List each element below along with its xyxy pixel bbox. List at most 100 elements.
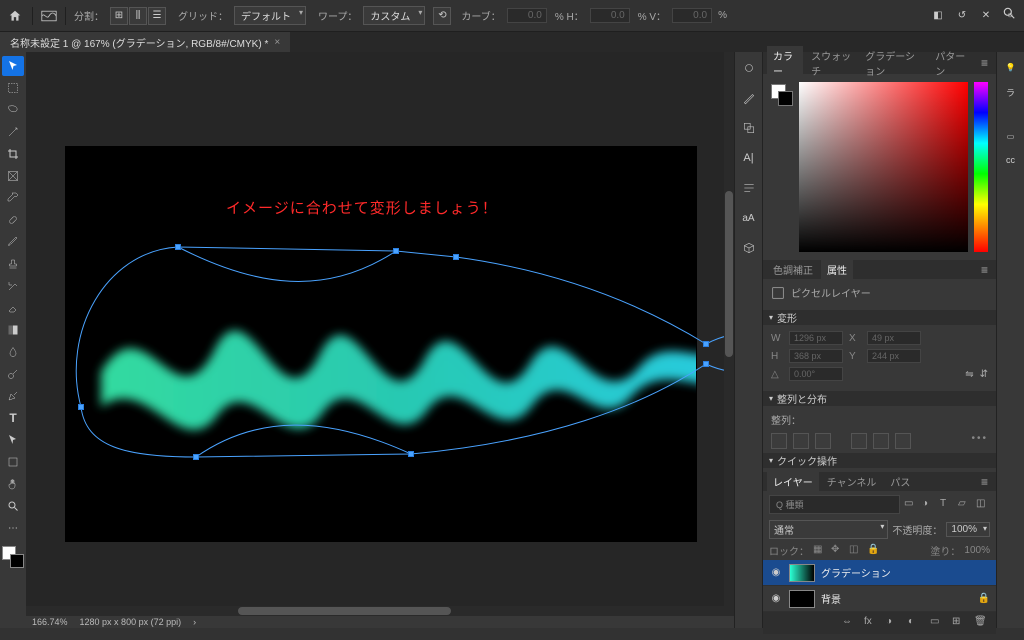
angle-field[interactable]: 0.00° <box>789 367 843 381</box>
split-rows-icon[interactable]: ☰ <box>148 7 166 25</box>
align-section-head[interactable]: ▾整列と分布 <box>763 391 996 406</box>
link-layers-icon[interactable]: ⇔ <box>842 616 856 630</box>
brushes-panel-icon[interactable] <box>739 58 759 78</box>
eraser-tool[interactable] <box>2 298 24 318</box>
align-vcenter-icon[interactable] <box>873 433 889 449</box>
warp-anchor[interactable] <box>408 451 414 457</box>
frame-tool[interactable] <box>2 166 24 186</box>
wand-tool[interactable] <box>2 122 24 142</box>
align-bottom-icon[interactable] <box>895 433 911 449</box>
curve-value[interactable]: 0.0 <box>507 8 547 23</box>
zoom-tool[interactable] <box>2 496 24 516</box>
panel-menu-icon[interactable]: ≡ <box>977 475 992 489</box>
cancel-icon[interactable]: ✕ <box>978 8 994 24</box>
history-brush-tool[interactable] <box>2 276 24 296</box>
gradient-tool[interactable] <box>2 320 24 340</box>
warp-anchor[interactable] <box>703 361 709 367</box>
close-icon[interactable]: × <box>274 37 280 48</box>
3d-panel-icon[interactable] <box>739 238 759 258</box>
zoom-level[interactable]: 166.74% <box>32 617 68 627</box>
layer-name[interactable]: グラデーション <box>821 565 891 580</box>
layer-thumbnail[interactable] <box>789 590 815 608</box>
pen-tool[interactable] <box>2 386 24 406</box>
eyedropper-tool[interactable] <box>2 188 24 208</box>
lock-all-icon[interactable]: 🔒 <box>867 544 881 558</box>
scrollbar-vertical[interactable] <box>724 52 734 606</box>
dodge-tool[interactable] <box>2 364 24 384</box>
lock-pixels-icon[interactable]: ▦ <box>813 544 827 558</box>
character-panel-icon[interactable]: A| <box>739 148 759 168</box>
opacity-value[interactable]: 100% <box>946 522 990 537</box>
filter-shape-icon[interactable]: ▱ <box>958 498 972 512</box>
warp-anchor[interactable] <box>453 254 459 260</box>
filter-type-icon[interactable]: T <box>940 498 954 512</box>
color-field[interactable] <box>799 82 968 252</box>
width-field[interactable]: 1296 px <box>789 331 843 345</box>
layer-row[interactable]: ◉ 背景 🔒 <box>763 586 996 612</box>
visibility-icon[interactable]: ◉ <box>769 567 783 578</box>
clone-source-icon[interactable] <box>739 118 759 138</box>
split-cols-icon[interactable]: ⫼ <box>129 7 147 25</box>
tab-paths[interactable]: パス <box>884 472 916 491</box>
scrollbar-horizontal[interactable] <box>26 606 734 616</box>
warp-anchor[interactable] <box>78 404 84 410</box>
brush-settings-icon[interactable] <box>739 88 759 108</box>
hue-slider[interactable] <box>974 82 988 252</box>
warp-dropdown[interactable]: カスタム <box>363 6 425 25</box>
filter-smart-icon[interactable]: ◫ <box>976 498 990 512</box>
y-field[interactable]: 244 px <box>867 349 921 363</box>
blur-tool[interactable] <box>2 342 24 362</box>
shape-tool[interactable] <box>2 452 24 472</box>
move-tool[interactable] <box>2 56 24 76</box>
search-icon[interactable] <box>1002 6 1018 22</box>
warp-anchor[interactable] <box>393 248 399 254</box>
glyphs-panel-icon[interactable]: aA <box>739 208 759 228</box>
tab-layers[interactable]: レイヤー <box>767 472 819 491</box>
tab-properties[interactable]: 属性 <box>821 260 853 279</box>
lock-artboard-icon[interactable]: ◫ <box>849 544 863 558</box>
canvas-area[interactable]: イメージに合わせて変形しましょう！ <box>26 52 734 628</box>
split-grid-icon[interactable]: ⊞ <box>110 7 128 25</box>
filter-pixel-icon[interactable]: ▭ <box>904 498 918 512</box>
toggle-mode-icon[interactable]: ◧ <box>930 8 946 24</box>
layer-thumbnail[interactable] <box>789 564 815 582</box>
dock-label-libraries[interactable]: ラ <box>1006 86 1015 99</box>
stamp-tool[interactable] <box>2 254 24 274</box>
x-field[interactable]: 49 px <box>867 331 921 345</box>
lasso-tool[interactable] <box>2 100 24 120</box>
layer-row[interactable]: ◉ グラデーション <box>763 560 996 586</box>
more-icon[interactable]: ••• <box>971 433 988 449</box>
layer-search[interactable]: Q 種類 <box>769 495 900 514</box>
status-chevron-icon[interactable]: › <box>193 617 196 627</box>
v-value[interactable]: 0.0 <box>672 8 712 23</box>
transform-section-head[interactable]: ▾変形 <box>763 310 996 325</box>
lock-position-icon[interactable]: ✥ <box>831 544 845 558</box>
flip-h-icon[interactable]: ⇋ <box>965 369 973 380</box>
blend-mode-select[interactable]: 通常 <box>769 520 888 539</box>
fx-icon[interactable]: fx <box>864 616 878 630</box>
home-icon[interactable] <box>6 7 24 25</box>
align-right-icon[interactable] <box>815 433 831 449</box>
filter-adjust-icon[interactable]: ◑ <box>922 498 936 512</box>
crop-tool[interactable] <box>2 144 24 164</box>
warp-anchor[interactable] <box>175 244 181 250</box>
mask-icon[interactable]: ◑ <box>886 616 900 630</box>
align-left-icon[interactable] <box>771 433 787 449</box>
color-swatches[interactable] <box>2 546 24 568</box>
grid-dropdown[interactable]: デフォルト <box>234 6 306 25</box>
lightbulb-icon[interactable]: 💡 <box>1001 58 1021 76</box>
tab-adjustments[interactable]: 色調補正 <box>767 260 819 279</box>
brush-tool[interactable] <box>2 232 24 252</box>
warp-anchor[interactable] <box>193 454 199 460</box>
visibility-icon[interactable]: ◉ <box>769 593 783 604</box>
color-current-swatch[interactable] <box>771 84 793 106</box>
h-value[interactable]: 0.0 <box>590 8 630 23</box>
heal-tool[interactable] <box>2 210 24 230</box>
fill-value[interactable]: 100% <box>964 545 990 556</box>
type-tool[interactable]: T <box>2 408 24 428</box>
layer-name[interactable]: 背景 <box>821 591 841 606</box>
tab-channels[interactable]: チャンネル <box>821 472 883 491</box>
hand-tool[interactable] <box>2 474 24 494</box>
flip-v-icon[interactable]: ⇵ <box>980 369 988 380</box>
edit-toolbar-icon[interactable]: ⋯ <box>2 518 24 538</box>
